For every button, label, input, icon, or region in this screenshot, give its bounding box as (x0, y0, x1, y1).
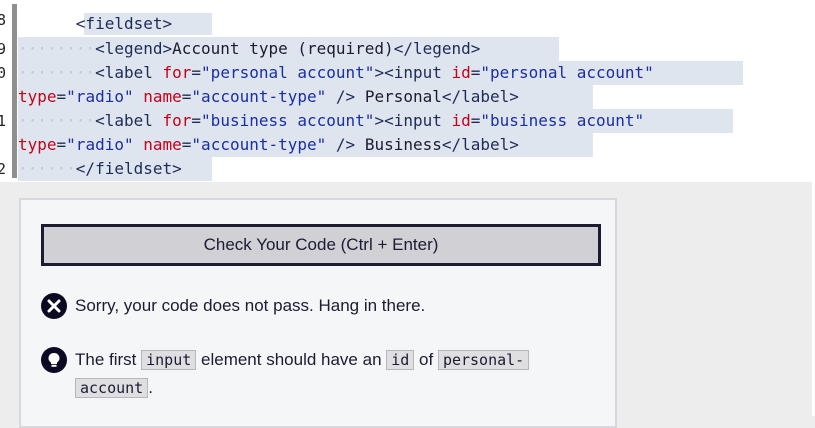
code-token: /> (326, 135, 365, 154)
code-line: ········<legend>Account type (required)<… (18, 37, 480, 61)
hint-text-part: of (414, 350, 438, 369)
error-x-icon (41, 293, 67, 319)
check-code-button[interactable]: Check Your Code (Ctrl + Enter) (41, 224, 601, 266)
code-token: </label> (441, 87, 519, 106)
code-token: "radio" (66, 87, 134, 106)
code-token: name (143, 135, 182, 154)
inline-code: personal- (437, 350, 530, 370)
code-token: "account-type" (191, 87, 327, 106)
hint-text-part: element should have an (196, 350, 387, 369)
line-number: 8 (0, 11, 7, 29)
code-token: ><input (374, 111, 452, 130)
code-token: = (470, 63, 481, 82)
code-token: for (162, 111, 192, 130)
gutter-marker (12, 4, 17, 178)
code-token: Account type (required) (172, 39, 394, 58)
code-token: </legend> (393, 39, 481, 58)
code-token: = (470, 111, 481, 130)
code-token: id (451, 63, 471, 82)
code-token: <fieldset> (75, 14, 173, 33)
code-token: = (191, 63, 202, 82)
code-line: <fieldset> (18, 12, 172, 36)
fail-message-text: Sorry, your code does not pass. Hang in … (75, 296, 426, 315)
code-token: = (181, 135, 192, 154)
code-token: = (181, 87, 192, 106)
whitespace-marker: ········ (18, 63, 96, 82)
line-number: 0 (0, 64, 7, 82)
code-line: ········<label for="personal account"><i… (18, 61, 654, 85)
code-token: Business (364, 135, 442, 154)
whitespace-marker (18, 14, 76, 33)
code-editor[interactable]: 8 9 0 1 2 <fieldset> ········<legend>Acc… (0, 0, 815, 182)
code-token: </label> (441, 135, 519, 154)
code-token: "personal account" (480, 63, 654, 82)
hint-text-part: The first (75, 350, 142, 369)
inline-code: account (75, 378, 149, 398)
code-token: ><input (374, 63, 452, 82)
inline-code: input (141, 350, 197, 370)
code-token: type (18, 87, 57, 106)
code-token: = (56, 135, 67, 154)
code-token: = (56, 87, 67, 106)
code-line: ········<label for="business account"><i… (18, 109, 644, 133)
inline-code: id (386, 350, 415, 370)
code-token: type (18, 135, 57, 154)
lightbulb-icon (41, 347, 67, 373)
hint-text-part: . (148, 378, 153, 397)
code-token: <legend> (95, 39, 173, 58)
hint-message: The first input element should have an i… (41, 346, 601, 406)
code-token: "business acount" (480, 111, 645, 130)
code-token: "account-type" (191, 135, 327, 154)
code-token: Personal (364, 87, 442, 106)
code-token: "personal account" (201, 63, 375, 82)
code-token: for (162, 63, 192, 82)
hint-text: The first input element should have an i… (75, 346, 595, 402)
code-line: type="radio" name="account-type" /> Busi… (18, 133, 519, 157)
code-token: </fieldset> (75, 159, 182, 178)
code-token: "business account" (201, 111, 375, 130)
line-number: 2 (0, 160, 7, 178)
code-token: id (451, 111, 471, 130)
whitespace-marker: ······ (18, 159, 76, 178)
code-token: = (191, 111, 202, 130)
code-line: type="radio" name="account-type" /> Pers… (18, 85, 519, 109)
code-token: <label (95, 63, 163, 82)
code-token: "radio" (66, 135, 134, 154)
test-output-panel: Check Your Code (Ctrl + Enter) Sorry, yo… (19, 198, 617, 428)
whitespace-marker: ········ (18, 111, 96, 130)
code-token: <label (95, 111, 163, 130)
line-number: 9 (0, 40, 7, 58)
code-token: /> (326, 87, 365, 106)
code-line: ······</fieldset> (18, 157, 182, 181)
fail-message: Sorry, your code does not pass. Hang in … (41, 292, 601, 320)
line-number: 1 (0, 112, 7, 130)
code-token: name (143, 87, 182, 106)
whitespace-marker: ········ (18, 39, 96, 58)
